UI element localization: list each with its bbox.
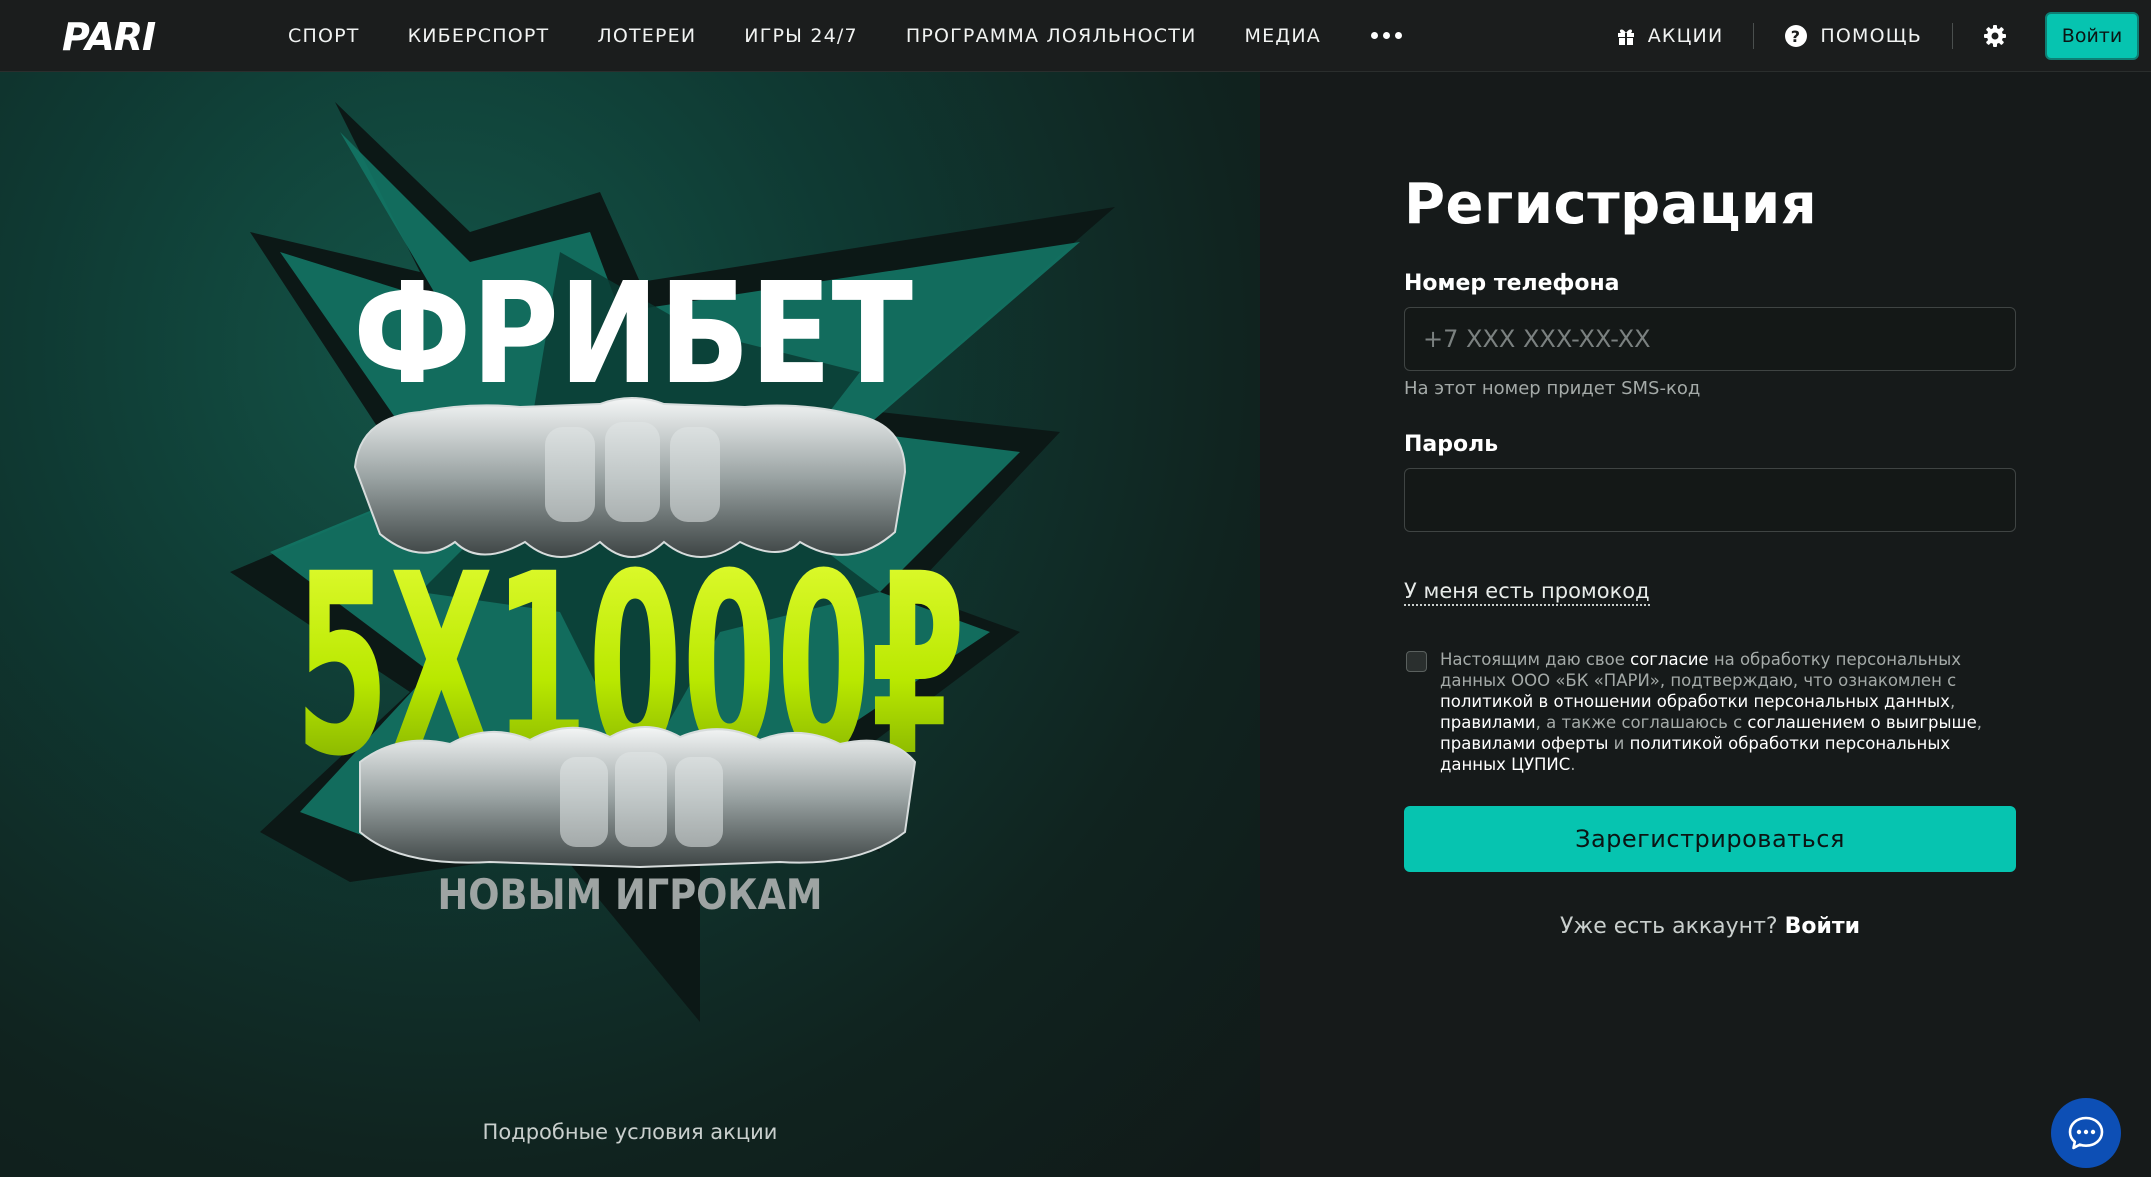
phone-hint: На этот номер придет SMS-код [1404,378,1701,399]
phone-label: Номер телефона [1404,271,1620,296]
winnings-agreement-link[interactable]: соглашением о выигрыше [1747,713,1976,732]
phone-input[interactable] [1404,307,2016,371]
page-title: Регистрация [1404,172,1818,237]
offer-rules-link[interactable]: правилами оферты [1440,734,1608,753]
question-circle-icon: ? [1785,24,1808,47]
promo-banner: ФРИБЕТ 5X1000₽ НОВЫМ ИГРОКАМ Подробные у… [0,72,1260,1177]
privacy-policy-link[interactable]: политикой в отношении обработки персонал… [1440,692,1950,711]
divider [1753,22,1755,49]
nav-loyalty[interactable]: ПРОГРАММА ЛОЯЛЬНОСТИ [906,25,1197,47]
nav-sport[interactable]: СПОРТ [288,25,360,47]
top-header: PARI СПОРТ КИБЕРСПОРТ ЛОТЕРЕИ ИГРЫ 24/7 … [0,0,2151,72]
chat-button[interactable] [2051,1098,2121,1168]
already-have-account: Уже есть аккаунт? Войти [1404,914,2016,939]
help-label: ПОМОЩЬ [1820,24,1922,47]
consent-checkbox[interactable] [1406,651,1427,672]
password-label: Пароль [1404,432,1499,457]
nav-media[interactable]: МЕДИА [1245,25,1321,47]
promos-link[interactable]: АКЦИИ [1616,25,1724,47]
header-login-button[interactable]: Войти [2045,11,2139,60]
nav-esports[interactable]: КИБЕРСПОРТ [408,25,550,47]
rules-link[interactable]: правилами [1440,713,1536,732]
divider [1952,22,1953,49]
password-input[interactable] [1404,468,2016,532]
logo-text: PARI [62,15,156,59]
svg-text:?: ? [1791,27,1801,46]
consent-text: Настоящим даю свое согласие на обработку… [1440,650,1982,774]
gift-icon [1617,29,1634,45]
consent-link[interactable]: согласие [1630,650,1708,669]
nav-lotteries[interactable]: ЛОТЕРЕИ [597,25,696,47]
chat-bubble-icon [2068,1116,2104,1150]
pari-logo[interactable]: PARI [62,10,212,60]
header-actions: АКЦИИ ? ПОМОЩЬ Войти [1616,0,2151,71]
gear-icon[interactable] [1983,24,2007,48]
promo-terms-link[interactable]: Подробные условия акции [0,1120,1260,1144]
nav-games[interactable]: ИГРЫ 24/7 [744,25,858,47]
promo-new-players-text: НОВЫМ ИГРОКАМ [438,870,823,919]
main-nav: СПОРТ КИБЕРСПОРТ ЛОТЕРЕИ ИГРЫ 24/7 ПРОГР… [288,0,1402,71]
promo-code-link[interactable]: У меня есть промокод [1404,579,1650,606]
promo-artwork: ФРИБЕТ 5X1000₽ НОВЫМ ИГРОКАМ [230,102,1115,1022]
promo-freebet-text: ФРИБЕТ [353,253,913,416]
registration-panel [1260,72,2151,1177]
already-text: Уже есть аккаунт? [1559,914,1778,939]
promos-label: АКЦИИ [1647,24,1724,47]
form-login-link[interactable]: Войти [1785,914,1860,939]
help-link[interactable]: ? ПОМОЩЬ [1784,24,1922,48]
more-dots-icon[interactable] [1370,26,1402,46]
register-button[interactable]: Зарегистрироваться [1404,806,2016,872]
